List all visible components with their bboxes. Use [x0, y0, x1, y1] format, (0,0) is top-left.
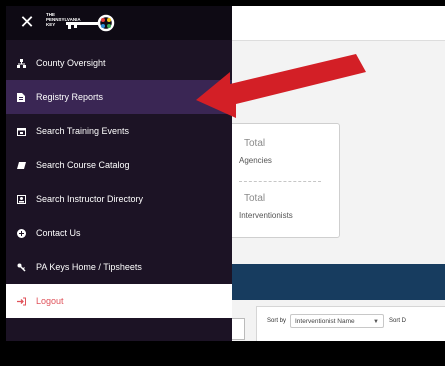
- nav-item-search-course-catalog[interactable]: Search Course Catalog: [6, 148, 232, 182]
- nav-item-label: Logout: [36, 296, 64, 306]
- org-chart-icon: [16, 58, 26, 68]
- nav-item-label: Search Course Catalog: [36, 160, 130, 170]
- calendar-icon: [16, 126, 26, 136]
- filter-panel: Sort by Interventionist Name ▼ Sort D: [256, 306, 445, 341]
- nav-item-label: PA Keys Home / Tipsheets: [36, 262, 142, 272]
- nav-item-label: Contact Us: [36, 228, 81, 238]
- logout-button[interactable]: Logout: [6, 284, 232, 318]
- nav-item-label: Search Training Events: [36, 126, 130, 136]
- drawer-header: ✕ THE PENNSYLVANIA KEY: [6, 6, 232, 40]
- total-agencies-value: Total: [244, 138, 266, 149]
- app-window: Total Agencies Total Interventionists So…: [6, 6, 445, 341]
- nav-item-contact-us[interactable]: Contact Us: [6, 216, 232, 250]
- pa-key-logo[interactable]: THE PENNSYLVANIA KEY: [46, 12, 120, 34]
- card-divider: [239, 181, 321, 182]
- key-icon: [16, 262, 26, 272]
- chevron-down-icon: ▼: [373, 319, 379, 325]
- logout-icon: [16, 296, 26, 306]
- section-banner: [232, 264, 445, 300]
- report-icon: [16, 92, 26, 102]
- search-input[interactable]: [232, 318, 245, 340]
- nav-item-label: Search Instructor Directory: [36, 194, 144, 204]
- sort-by-select[interactable]: Interventionist Name ▼: [290, 314, 384, 328]
- nav-item-label: County Oversight: [36, 58, 106, 68]
- red-arrow-annotation: [196, 54, 366, 118]
- close-icon[interactable]: ✕: [18, 12, 36, 32]
- total-interventionists-label: Interventionists: [239, 211, 293, 220]
- key-logo-icon: [66, 14, 115, 32]
- sort-direction-label: Sort D: [389, 318, 407, 324]
- book-icon: [16, 160, 26, 170]
- total-agencies-label: Agencies: [239, 156, 272, 165]
- contact-icon: [16, 228, 26, 238]
- total-interventionists-value: Total: [244, 193, 266, 204]
- summary-card: Total Agencies Total Interventionists: [218, 123, 340, 238]
- nav-item-pa-keys-home[interactable]: PA Keys Home / Tipsheets: [6, 250, 232, 284]
- nav-item-label: Registry Reports: [36, 92, 104, 102]
- id-card-icon: [16, 194, 26, 204]
- sort-by-label: Sort by: [267, 318, 287, 324]
- nav-item-search-instructor-directory[interactable]: Search Instructor Directory: [6, 182, 232, 216]
- sort-by-value: Interventionist Name: [295, 318, 355, 325]
